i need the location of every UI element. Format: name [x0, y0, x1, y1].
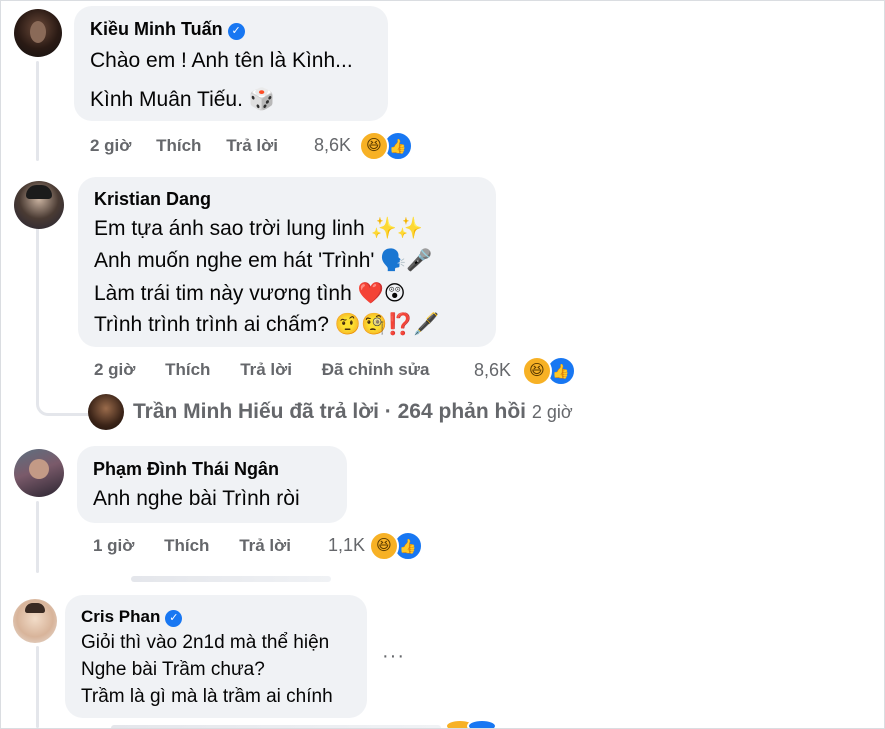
comments-panel: Kiều Minh Tuấn ✓ Chào em ! Anh tên là Kìn… — [0, 0, 885, 729]
comment-author[interactable]: Kristian Dang — [94, 189, 211, 210]
comment-time[interactable]: 1 giờ — [93, 536, 134, 556]
comment-author[interactable]: Phạm Đình Thái Ngân — [93, 459, 279, 480]
comment-text-line: Em tựa ánh sao trời lung linh ✨✨ — [94, 217, 423, 240]
haha-reaction-icon[interactable]: 😆 — [522, 356, 552, 386]
comment-time[interactable]: 2 giờ — [94, 360, 135, 380]
reply-button[interactable]: Trả lời — [226, 136, 278, 156]
verified-badge-icon: ✓ — [227, 23, 245, 40]
like-button[interactable]: Thích — [164, 536, 209, 556]
thread-line — [36, 61, 39, 161]
comment-author[interactable]: Cris Phan ✓ — [81, 607, 183, 627]
faded-text-strip — [131, 576, 331, 582]
thread-line — [36, 646, 39, 728]
verified-badge-icon: ✓ — [165, 610, 183, 627]
comment-text-line: Anh muốn nghe em hát 'Trình' 🗣️🎤 — [94, 249, 433, 272]
reply-author-avatar[interactable] — [88, 394, 124, 430]
haha-reaction-icon[interactable]: 😆 — [359, 131, 389, 161]
comment-text-line: Làm trái tim này vương tình ❤️😲 — [94, 282, 406, 305]
like-reaction-icon[interactable] — [467, 719, 497, 728]
comment-text-line: Trầm là gì mà là trầm ai chính — [81, 686, 333, 707]
faded-text-strip — [111, 725, 441, 728]
author-name[interactable]: Cris Phan — [81, 607, 160, 626]
reaction-count[interactable]: 8,6K — [314, 135, 351, 156]
reply-button[interactable]: Trả lời — [239, 536, 291, 556]
comment-text-line: Nghe bài Trầm chưa? — [81, 659, 265, 680]
more-options-icon[interactable]: ··· — [382, 645, 405, 668]
author-name[interactable]: Kristian Dang — [94, 189, 211, 209]
comment-bubble — [77, 446, 347, 523]
comment-actions: 2 giờ Thích Trả lời Đã chỉnh sửa — [94, 360, 429, 380]
thread-line — [36, 501, 39, 573]
comment-text-line: Anh nghe bài Trình ròi — [93, 487, 300, 510]
avatar[interactable] — [14, 181, 64, 229]
edited-label: Đã chỉnh sửa — [321, 360, 430, 379]
comment-text-line: Trình trình trình ai chấm? 🤨🧐⁉️🖋️ — [94, 313, 440, 336]
comment-text-line: Chào em ! Anh tên là Kình... — [90, 49, 353, 72]
comment-text-line: Kình Muân Tiếu. 🎲 — [90, 88, 275, 111]
author-name[interactable]: Phạm Đình Thái Ngân — [93, 459, 279, 479]
avatar[interactable] — [14, 449, 64, 497]
comment-actions: 1 giờ Thích Trả lời — [93, 536, 291, 556]
view-replies-link[interactable]: Trần Minh Hiếu đã trả lời · 264 phản hồi… — [133, 400, 573, 424]
avatar[interactable] — [14, 9, 62, 57]
replies-summary[interactable]: Trần Minh Hiếu đã trả lời · 264 phản hồi — [133, 400, 526, 423]
avatar[interactable] — [13, 599, 57, 643]
reaction-count[interactable]: 1,1K — [328, 535, 365, 556]
reaction-count[interactable]: 8,6K — [474, 360, 511, 381]
author-name[interactable]: Kiều Minh Tuấn — [90, 19, 223, 39]
comment-author[interactable]: Kiều Minh Tuấn ✓ — [90, 19, 245, 40]
comment-actions: 2 giờ Thích Trả lời — [90, 136, 278, 156]
comment-time[interactable]: 2 giờ — [90, 136, 131, 156]
replies-time: 2 giờ — [531, 402, 573, 422]
like-button[interactable]: Thích — [156, 136, 201, 156]
reply-button[interactable]: Trả lời — [240, 360, 292, 380]
haha-reaction-icon[interactable]: 😆 — [369, 531, 399, 561]
like-button[interactable]: Thích — [165, 360, 210, 380]
comment-text-line: Giỏi thì vào 2n1d mà thể hiện — [81, 632, 330, 653]
